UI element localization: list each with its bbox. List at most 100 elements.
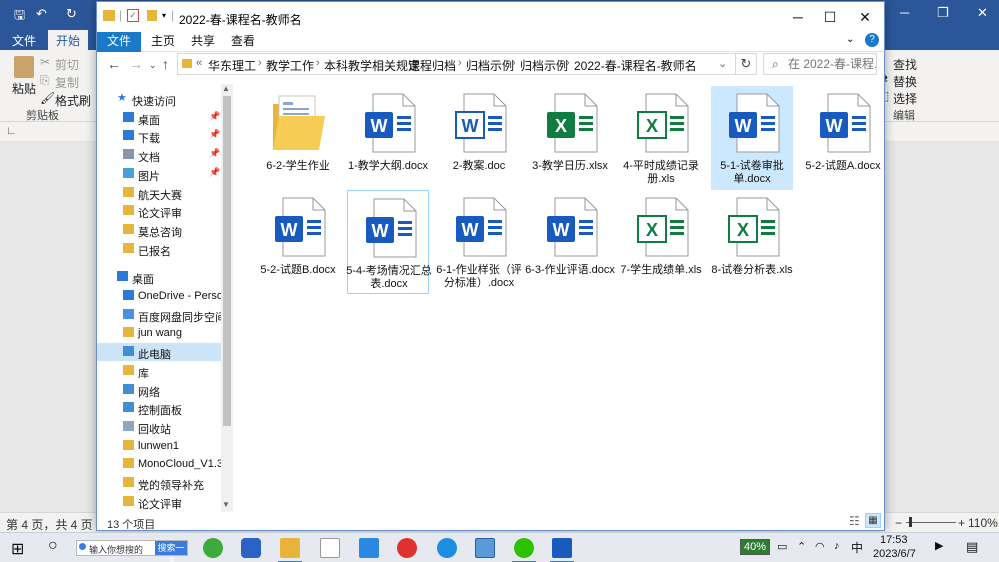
zoom-slider[interactable] bbox=[906, 517, 956, 527]
taskbar-search-button[interactable]: 搜索一下 bbox=[155, 541, 187, 562]
file-item[interactable]: W 1-教学大纲.docx bbox=[347, 86, 429, 190]
pin-icon[interactable]: 📌 bbox=[209, 111, 220, 122]
restore-icon[interactable]: ❐ bbox=[937, 5, 949, 21]
breadcrumb-item[interactable]: 华东理工 bbox=[208, 57, 256, 74]
save-icon[interactable]: 🖫 bbox=[14, 6, 25, 28]
nav-item[interactable]: ★ 快速访问 bbox=[97, 90, 221, 108]
navigation-scrollbar[interactable]: ▲ ▼ bbox=[221, 84, 233, 512]
nav-item[interactable]: 已报名 bbox=[97, 240, 221, 258]
app-red-icon[interactable] bbox=[397, 538, 417, 558]
nav-item[interactable]: 桌面 bbox=[97, 268, 221, 286]
search-box[interactable]: ⌕ bbox=[763, 53, 877, 75]
breadcrumb-item[interactable]: 归档示例 bbox=[466, 57, 514, 74]
nav-item[interactable]: 文档 📌 bbox=[97, 146, 221, 164]
nav-item[interactable]: MonoCloud_V1.3.3 bbox=[97, 455, 221, 473]
show-hidden-icons-icon[interactable]: ⌃ bbox=[797, 540, 806, 553]
help-icon[interactable]: ? bbox=[865, 33, 879, 47]
format-painter-button[interactable]: 格式刷 bbox=[55, 92, 91, 109]
nav-item[interactable]: 百度网盘同步空间 bbox=[97, 306, 221, 324]
close-icon[interactable]: ✕ bbox=[977, 5, 988, 21]
details-view-icon[interactable]: ☷ bbox=[849, 514, 860, 528]
refresh-button[interactable]: ↻ bbox=[735, 53, 757, 75]
notepad-icon[interactable] bbox=[320, 538, 340, 558]
address-dropdown-icon[interactable]: ⌄ bbox=[718, 57, 727, 70]
battery-indicator[interactable]: 40% bbox=[740, 539, 771, 555]
file-item[interactable]: W 6-3-作业评语.docx bbox=[525, 190, 615, 294]
tab-share[interactable]: 共享 bbox=[191, 32, 215, 52]
breadcrumb-separator-icon[interactable]: › bbox=[458, 57, 462, 69]
address-bar[interactable]: « 华东理工 › 教学工作 › 本科教学相关规定 › 课程归档 › 归档示例 ›… bbox=[177, 53, 740, 75]
breadcrumb-separator-icon[interactable]: › bbox=[512, 57, 516, 69]
wifi-icon[interactable]: ◠ bbox=[815, 540, 825, 553]
pin-icon[interactable]: 📌 bbox=[209, 167, 220, 178]
breadcrumb-separator-icon[interactable]: › bbox=[316, 57, 320, 69]
forward-arrow-icon[interactable]: → bbox=[129, 56, 143, 72]
nav-item[interactable]: 论文评审 bbox=[97, 202, 221, 220]
paste-button[interactable]: 粘贴 bbox=[12, 80, 36, 97]
tab-file[interactable]: 文件 bbox=[97, 32, 141, 52]
copy-button[interactable]: 复制 bbox=[55, 74, 79, 91]
breadcrumb-item[interactable]: 教学工作 bbox=[266, 57, 314, 74]
taskbar-search-text[interactable]: 输入你想搜的 bbox=[89, 543, 143, 556]
file-item[interactable]: X 8-试卷分析表.xls bbox=[711, 190, 793, 294]
nav-item[interactable]: 库 bbox=[97, 362, 221, 380]
file-item[interactable]: X 4-平时成绩记录册.xls bbox=[620, 86, 702, 190]
breadcrumb-separator-icon[interactable]: › bbox=[258, 57, 262, 69]
breadcrumb-separator-icon[interactable]: › bbox=[566, 57, 570, 69]
search-icon[interactable]: ○ bbox=[48, 537, 58, 555]
breadcrumb-item[interactable]: 归档示例 bbox=[520, 57, 568, 74]
file-item[interactable]: W 5-4-考场情况汇总表.docx bbox=[346, 190, 432, 294]
breadcrumb-current[interactable]: 2022-春-课程名-教师名 bbox=[574, 57, 697, 74]
cut-scissors-icon[interactable]: ✂ bbox=[40, 55, 50, 69]
nav-item[interactable]: 论文评审 bbox=[97, 493, 221, 511]
word-tab-file[interactable]: 文件 bbox=[12, 32, 36, 49]
new-folder-icon[interactable] bbox=[147, 10, 157, 21]
app-blue-icon[interactable] bbox=[437, 538, 457, 558]
replace-button[interactable]: 替换 bbox=[893, 73, 917, 90]
file-item[interactable]: X 7-学生成绩单.xls bbox=[620, 190, 702, 294]
breadcrumb-item[interactable]: 课程归档 bbox=[408, 57, 456, 74]
nav-item[interactable]: 此电脑 bbox=[97, 343, 221, 362]
folder-item[interactable]: 6-2-学生作业 bbox=[257, 86, 339, 190]
file-item[interactable]: W 5-2-试题B.docx bbox=[257, 190, 339, 294]
nav-item[interactable]: 网络 bbox=[97, 381, 221, 399]
properties-icon[interactable]: ✓ bbox=[127, 9, 139, 22]
feishu-icon[interactable] bbox=[359, 538, 379, 558]
clock-time[interactable]: 17:53 bbox=[880, 534, 908, 546]
zoom-in-icon[interactable]: + bbox=[958, 516, 965, 530]
find-button[interactable]: 查找 bbox=[893, 56, 917, 73]
file-explorer-icon[interactable] bbox=[278, 538, 302, 562]
back-arrow-icon[interactable]: ← bbox=[107, 56, 121, 72]
windows-start-icon[interactable]: ⊞ bbox=[11, 539, 24, 559]
browser-icon[interactable] bbox=[203, 538, 223, 558]
minimize-icon[interactable]: ─ bbox=[900, 5, 909, 20]
notification-icon[interactable]: ▤ bbox=[966, 539, 978, 555]
file-item[interactable]: W 6-1-作业样张（评分标准）.docx bbox=[436, 190, 522, 294]
format-painter-icon[interactable]: 🖌 bbox=[40, 91, 55, 105]
file-item[interactable]: W 2-教案.doc bbox=[438, 86, 520, 190]
nav-item[interactable]: 下载 📌 bbox=[97, 127, 221, 145]
file-item[interactable]: W 5-2-试题A.docx bbox=[802, 86, 884, 190]
recent-locations-icon[interactable]: ⌄ bbox=[149, 60, 157, 71]
speaker-icon[interactable]: ♪ bbox=[834, 540, 840, 552]
undo-icon[interactable]: ↶ bbox=[36, 6, 47, 22]
search-input[interactable] bbox=[788, 57, 876, 71]
nav-item[interactable]: 党的领导补充 bbox=[97, 474, 221, 492]
pin-icon[interactable]: 📌 bbox=[209, 129, 220, 140]
tab-stop-icon[interactable]: ∟ bbox=[6, 125, 17, 137]
show-desktop-icon[interactable]: ▶ bbox=[935, 539, 943, 552]
file-item[interactable]: X 3-教学日历.xlsx bbox=[529, 86, 611, 190]
tab-home[interactable]: 主页 bbox=[151, 32, 175, 52]
breadcrumb-overflow-icon[interactable]: « bbox=[196, 57, 202, 69]
scroll-up-icon[interactable]: ▲ bbox=[222, 84, 230, 93]
taskbar-search-box[interactable]: 输入你想搜的 搜索一下 bbox=[76, 540, 188, 562]
nav-item[interactable]: OneDrive - Persona bbox=[97, 287, 221, 305]
wechat-icon[interactable] bbox=[512, 538, 536, 562]
redo-icon[interactable]: ↻ bbox=[66, 6, 77, 22]
nav-item[interactable]: 图片 📌 bbox=[97, 165, 221, 183]
zoom-level[interactable]: 110% bbox=[968, 516, 998, 530]
scroll-down-icon[interactable]: ▼ bbox=[222, 500, 230, 509]
zoom-out-icon[interactable]: − bbox=[895, 516, 902, 530]
word-tab-home[interactable]: 开始 bbox=[48, 30, 89, 50]
customize-qat-icon[interactable]: ▾ bbox=[162, 11, 166, 20]
